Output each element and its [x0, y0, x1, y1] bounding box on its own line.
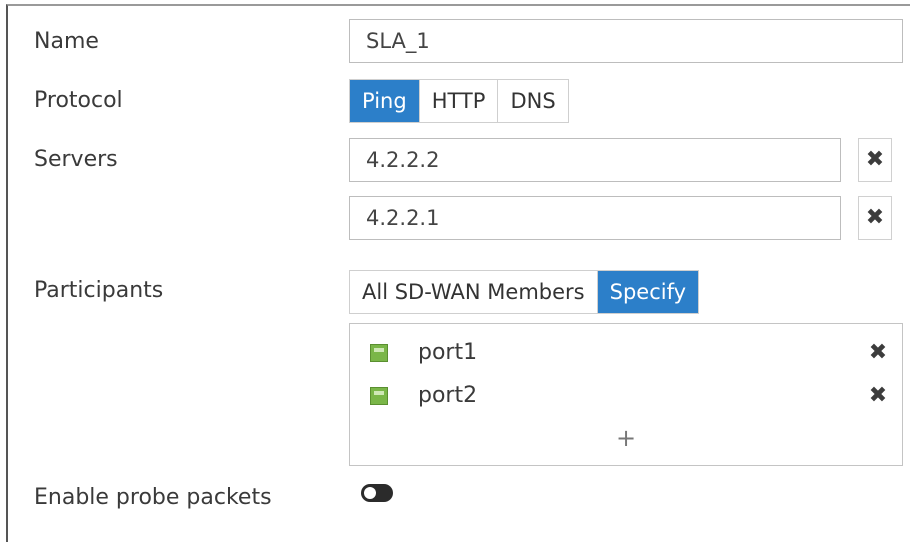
server-input-2[interactable]: 4.2.2.1	[349, 196, 841, 240]
list-item: port2 ✖	[350, 379, 902, 415]
toggle-knob	[364, 487, 376, 499]
participants-list: port1 ✖ port2 ✖ +	[349, 323, 903, 466]
participant-name: port2	[418, 383, 478, 408]
server-input-1[interactable]: 4.2.2.2	[349, 138, 841, 182]
port-icon	[370, 344, 388, 362]
name-label: Name	[34, 29, 99, 54]
protocol-selector: Ping HTTP DNS	[349, 79, 569, 123]
name-input[interactable]: SLA_1	[349, 19, 903, 63]
participant-name: port1	[418, 340, 478, 365]
close-icon: ✖	[865, 205, 885, 230]
protocol-option-ping[interactable]: Ping	[350, 80, 420, 122]
list-item: port1 ✖	[350, 336, 902, 372]
protocol-label: Protocol	[34, 88, 123, 113]
remove-server-1-button[interactable]: ✖	[858, 138, 892, 182]
close-icon[interactable]: ✖	[868, 385, 888, 407]
remove-server-2-button[interactable]: ✖	[858, 196, 892, 240]
participants-mode-all[interactable]: All SD-WAN Members	[350, 271, 598, 313]
participants-label: Participants	[34, 278, 164, 303]
probe-label: Enable probe packets	[34, 485, 272, 510]
protocol-option-http[interactable]: HTTP	[419, 80, 499, 122]
participants-mode-selector: All SD-WAN Members Specify	[349, 270, 700, 314]
close-icon: ✖	[865, 147, 885, 172]
plus-icon[interactable]: +	[614, 424, 638, 452]
probe-toggle[interactable]	[361, 484, 393, 502]
port-icon	[370, 387, 388, 405]
servers-label: Servers	[34, 147, 118, 172]
protocol-option-dns[interactable]: DNS	[498, 80, 568, 122]
close-icon[interactable]: ✖	[868, 342, 888, 364]
participants-mode-specify[interactable]: Specify	[597, 271, 699, 313]
